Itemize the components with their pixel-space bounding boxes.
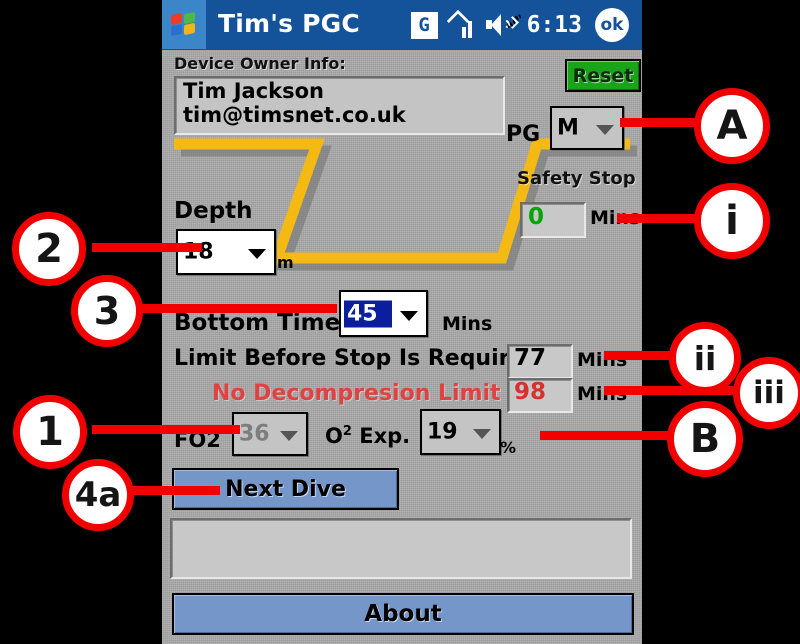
limit-field: 77	[507, 344, 573, 379]
annotation-4a-label: 4a	[62, 459, 134, 531]
bottom-time-label: Bottom Time	[174, 310, 341, 336]
limit-value: 77	[514, 345, 547, 371]
ndl-label: No Decompresion Limit	[212, 381, 501, 406]
safety-stop-field: 0	[520, 202, 586, 238]
leader-2	[92, 243, 202, 252]
bottom-time-dropdown[interactable]: 45	[339, 290, 428, 337]
annotation-B-label: B	[667, 401, 743, 477]
reset-button[interactable]: Reset	[565, 59, 641, 92]
chevron-down-icon	[280, 431, 298, 441]
leader-1	[92, 425, 240, 434]
message-box[interactable]	[170, 518, 632, 579]
fo2-dropdown[interactable]: 36	[232, 412, 308, 456]
annotation-iii-label: iii	[733, 357, 800, 429]
o2exp-label-rest: Exp.	[351, 424, 411, 448]
about-button[interactable]: About	[172, 593, 634, 635]
depth-unit: m	[277, 253, 294, 272]
annotation-1-label: 1	[13, 395, 87, 469]
o2exp-label-main: O	[325, 424, 343, 448]
depth-dropdown[interactable]: 18	[176, 229, 276, 275]
limit-label: Limit Before Stop Is Requird	[174, 346, 526, 371]
ndl-value: 98	[514, 379, 547, 405]
o2exp-label-sup: 2	[342, 424, 352, 439]
leader-4a	[120, 486, 220, 495]
title-bar: Tim's PGC G 6:13 ok	[162, 0, 642, 50]
owner-email: tim@timsnet.co.uk	[183, 103, 406, 127]
chevron-down-icon	[596, 125, 614, 135]
annotation-2-label: 2	[12, 212, 86, 286]
gprs-icon[interactable]: G	[410, 11, 438, 39]
o2exp-unit: %	[500, 438, 517, 457]
annotation-i-label: i	[694, 183, 770, 259]
safety-stop-label: Safety Stop	[517, 168, 636, 189]
owner-name: Tim Jackson	[183, 79, 324, 103]
pg-dropdown[interactable]: M	[550, 106, 624, 150]
pg-label: PG	[506, 122, 541, 147]
chevron-down-icon	[400, 310, 418, 321]
o2exp-value: 19	[427, 419, 458, 445]
chevron-down-icon	[248, 249, 266, 259]
signal-bars-icon[interactable]	[446, 9, 475, 38]
ndl-field: 98	[507, 378, 573, 413]
pg-value: M	[557, 115, 579, 141]
windows-flag-icon	[171, 11, 197, 37]
safety-stop-value: 0	[528, 204, 545, 230]
app-title: Tim's PGC	[218, 9, 360, 38]
annotation-3-label: 3	[71, 275, 143, 347]
bottom-time-value: 45	[344, 300, 392, 327]
depth-label: Depth	[174, 198, 253, 224]
fo2-value: 36	[239, 421, 270, 447]
speaker-icon[interactable]	[485, 14, 519, 36]
owner-info-field[interactable]: Tim Jackson tim@timsnet.co.uk	[174, 76, 505, 135]
annotation-ii-label: ii	[669, 322, 741, 394]
o2exp-label: O2 Exp.	[325, 424, 410, 448]
pda-device-panel: Tim's PGC G 6:13 ok Device Owner Info: T…	[162, 0, 642, 644]
chevron-down-icon	[473, 429, 491, 439]
o2exp-dropdown[interactable]: 19	[420, 409, 501, 455]
start-button[interactable]	[162, 0, 206, 49]
owner-info-label: Device Owner Info:	[174, 54, 346, 73]
system-tray: G 6:13 ok	[410, 0, 629, 50]
leader-3	[137, 304, 337, 313]
clock[interactable]: 6:13	[527, 12, 582, 38]
annotation-A-label: A	[694, 88, 770, 164]
bottom-time-unit: Mins	[442, 313, 493, 335]
ok-button[interactable]: ok	[595, 8, 629, 42]
